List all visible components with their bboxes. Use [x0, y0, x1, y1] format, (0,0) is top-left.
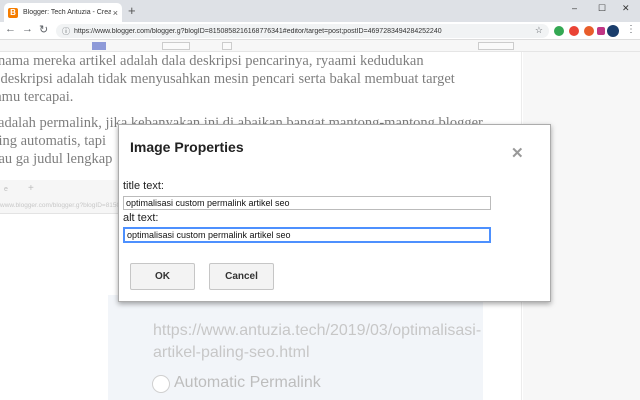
- editor-tool-button[interactable]: [478, 42, 514, 50]
- new-tab-button[interactable]: +: [128, 3, 136, 18]
- browser-menu-icon[interactable]: ⋮: [626, 24, 636, 35]
- editor-toolbar: [0, 40, 640, 52]
- maximize-icon[interactable]: ☐: [598, 3, 606, 14]
- dialog-title: Image Properties: [130, 139, 244, 155]
- back-icon[interactable]: ←: [5, 23, 16, 35]
- ok-button[interactable]: OK: [130, 263, 195, 290]
- forward-icon[interactable]: →: [22, 23, 33, 35]
- editor-tool-button[interactable]: [162, 42, 190, 50]
- dialog-close-icon[interactable]: ✕: [511, 146, 524, 161]
- browser-toolbar: ← → ↻ ⓘ https://www.blogger.com/blogger.…: [0, 22, 640, 40]
- url-text[interactable]: https://www.blogger.com/blogger.g?blogID…: [74, 28, 514, 35]
- image-properties-dialog: Image Properties ✕ title text: alt text:…: [118, 124, 551, 302]
- profile-avatar[interactable]: [607, 25, 619, 37]
- blogger-favicon-icon: B: [8, 7, 18, 18]
- alt-text-label: alt text:: [123, 212, 159, 224]
- bookmark-star-icon[interactable]: ☆: [535, 25, 543, 36]
- minimize-icon[interactable]: –: [572, 3, 577, 13]
- editor-tool-button[interactable]: [222, 42, 232, 50]
- tab-close-icon[interactable]: ×: [113, 8, 118, 18]
- extension-orange-icon[interactable]: [584, 26, 594, 36]
- browser-tab[interactable]: B Blogger: Tech Antuzia - Create ×: [4, 3, 122, 22]
- extension-instagram-icon[interactable]: [597, 27, 605, 35]
- alt-text-input[interactable]: [123, 227, 491, 243]
- title-text-label: title text:: [123, 180, 164, 192]
- window-close-icon[interactable]: ✕: [622, 3, 630, 14]
- browser-tab-strip: B Blogger: Tech Antuzia - Create × + – ☐…: [0, 0, 640, 22]
- site-info-icon[interactable]: ⓘ: [62, 26, 70, 37]
- reload-icon[interactable]: ↻: [39, 23, 48, 36]
- editor-color-icon[interactable]: [92, 42, 106, 50]
- extension-green-icon[interactable]: [554, 26, 564, 36]
- extension-red-icon[interactable]: [569, 26, 579, 36]
- title-text-input[interactable]: [123, 196, 491, 210]
- address-bar[interactable]: ⓘ https://www.blogger.com/blogger.g?blog…: [56, 24, 549, 38]
- tab-title: Blogger: Tech Antuzia - Create: [23, 9, 111, 16]
- cancel-button[interactable]: Cancel: [209, 263, 274, 290]
